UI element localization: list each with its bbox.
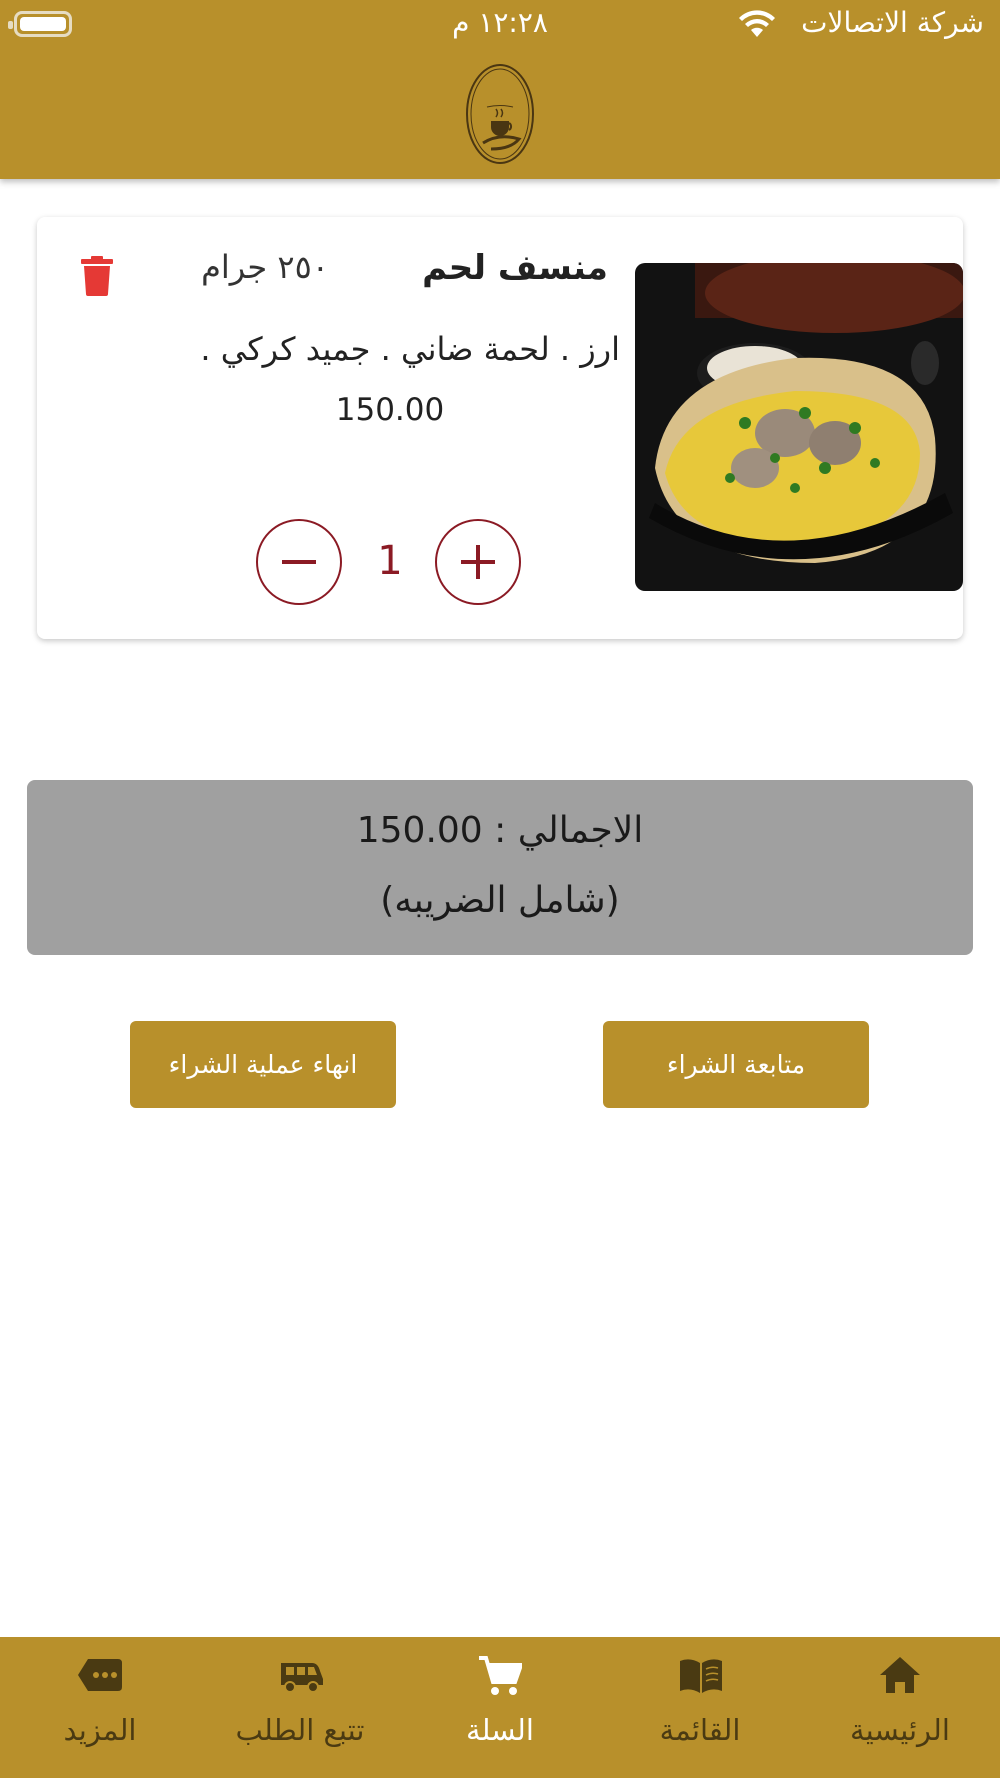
nav-item-menu[interactable]: القائمة — [600, 1637, 800, 1778]
increase-quantity-button[interactable] — [435, 519, 521, 605]
order-total: الاجمالي : 150.00 — [356, 810, 644, 851]
nav-label-menu: القائمة — [659, 1713, 741, 1747]
app-header: ١٢:٢٨ م شركة الاتصالات — [0, 0, 1000, 179]
item-image — [635, 263, 963, 591]
quantity-value: 1 — [377, 538, 403, 584]
nav-label-more: المزيد — [63, 1713, 137, 1747]
home-icon — [880, 1657, 920, 1693]
order-total-panel — [27, 780, 973, 955]
more-icon — [78, 1659, 122, 1691]
nav-label-home: الرئيسية — [850, 1713, 950, 1747]
nav-item-track-order[interactable]: تتبع الطلب — [200, 1637, 400, 1778]
delete-item-button[interactable] — [80, 256, 114, 296]
finish-purchase-button[interactable]: انهاء عملية الشراء — [130, 1021, 396, 1108]
nav-label-track-order: تتبع الطلب — [235, 1713, 365, 1747]
menu-book-icon — [680, 1659, 722, 1693]
continue-shopping-button[interactable]: متابعة الشراء — [603, 1021, 869, 1108]
decrease-quantity-button[interactable] — [256, 519, 342, 605]
restaurant-logo — [466, 64, 534, 164]
truck-icon — [281, 1663, 323, 1693]
nav-item-home[interactable]: الرئيسية — [800, 1637, 1000, 1778]
item-weight: ٢٥٠ جرام — [201, 248, 329, 286]
plus-icon — [461, 545, 495, 579]
status-carrier: شركة الاتصالات — [801, 6, 984, 39]
cart-icon — [479, 1656, 522, 1695]
wifi-icon — [739, 10, 775, 37]
item-description: ارز . لحمة ضاني . جميد كركي . — [200, 330, 620, 368]
nav-item-cart[interactable]: السلة — [400, 1637, 600, 1778]
minus-icon — [282, 560, 316, 564]
tax-note: (شامل الضريبه) — [380, 880, 620, 921]
item-title: منسف لحم — [422, 248, 608, 288]
item-price: 150.00 — [335, 392, 445, 428]
bottom-navigation: المزيد تتبع الطلب السلة القائمة الرئيسية — [0, 1637, 1000, 1778]
nav-label-cart: السلة — [466, 1713, 534, 1747]
nav-item-more[interactable]: المزيد — [0, 1637, 200, 1778]
